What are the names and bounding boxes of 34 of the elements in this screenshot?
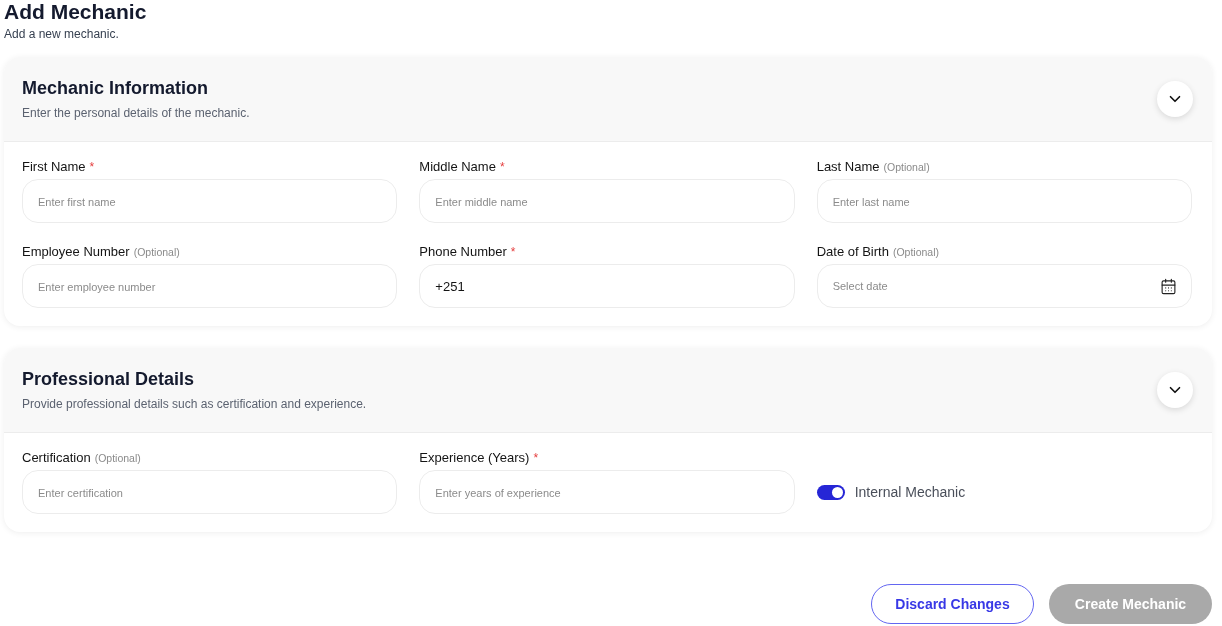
field-label: Date of Birth — [816, 244, 889, 260]
optional-note: (Optional) — [892, 245, 940, 259]
date-field[interactable]: Select date — [816, 264, 1192, 308]
required-asterisk: * — [533, 451, 539, 465]
field-label: Phone Number — [419, 244, 507, 260]
optional-note: (Optional) — [883, 160, 930, 174]
field-label: First Name — [22, 159, 86, 175]
toggle-switch[interactable] — [816, 484, 845, 500]
input-field[interactable]: Enter first name — [22, 179, 398, 223]
page-subtitle: Add a new mechanic. — [4, 27, 119, 41]
optional-note: (Optional) — [94, 451, 141, 465]
field-label: Middle Name — [419, 159, 496, 175]
field-label: Experience (Years) — [419, 450, 530, 466]
section-title: Professional Details — [22, 368, 195, 390]
input-field[interactable]: Enter middle name — [419, 179, 795, 223]
required-asterisk: * — [499, 160, 505, 174]
required-asterisk: * — [510, 245, 516, 259]
input-field[interactable]: Enter employee number — [22, 264, 398, 308]
field-label: Employee Number — [22, 244, 130, 260]
input-field[interactable]: Enter certification — [22, 470, 398, 514]
section-description: Enter the personal details of the mechanic. — [22, 105, 250, 121]
input-field[interactable]: Enter years of experience — [419, 470, 795, 514]
field-label: Certification — [22, 450, 91, 466]
section-description: Provide professional details such as certification and experience. — [22, 396, 367, 412]
discard-button[interactable]: Discard Changes — [871, 584, 1034, 624]
input-field[interactable]: +251 — [419, 264, 795, 308]
switch-label: Internal Mechanic — [854, 484, 966, 500]
optional-note: (Optional) — [133, 245, 180, 259]
required-asterisk: * — [89, 160, 95, 174]
page-title: Add Mechanic — [4, 0, 147, 24]
section-title: Mechanic Information — [22, 77, 209, 99]
input-field[interactable]: Enter last name — [816, 179, 1192, 223]
calendar-icon[interactable] — [1160, 277, 1177, 295]
field-label: Last Name — [816, 159, 880, 175]
